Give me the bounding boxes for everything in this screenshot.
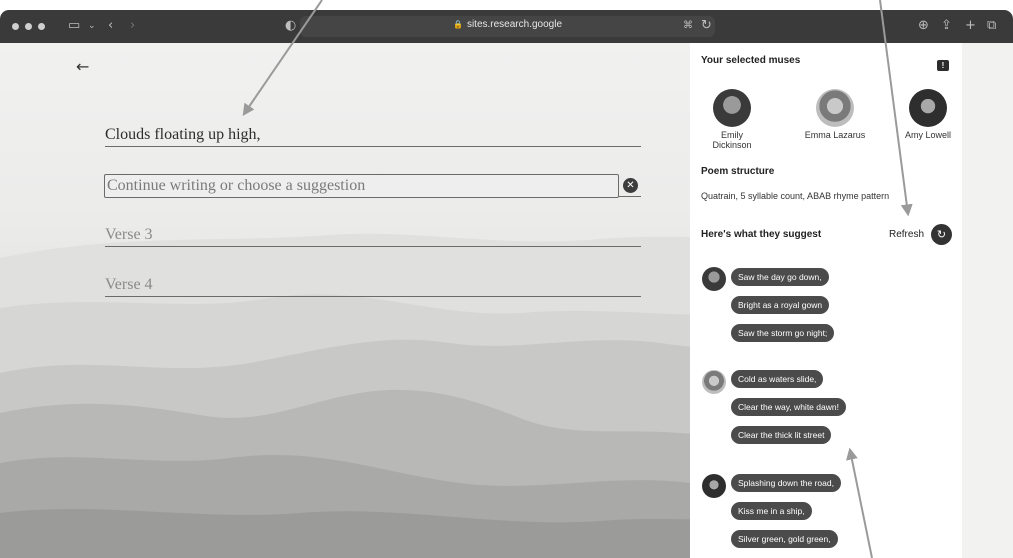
suggestion-chip[interactable]: Cold as waters slide, bbox=[731, 370, 824, 388]
top-margin bbox=[0, 0, 1013, 10]
muse-name: Amy Lowell bbox=[904, 130, 951, 140]
muse-name-line1: Emily bbox=[721, 130, 743, 140]
forward-nav-icon[interactable]: › bbox=[130, 17, 135, 35]
suggestion-chip[interactable]: Clear the thick lit street bbox=[731, 426, 832, 444]
translate-icon[interactable]: ⌘ bbox=[683, 17, 693, 35]
verse-3[interactable]: Verse 3 bbox=[105, 221, 641, 247]
suggestion-chip[interactable]: Splashing down the road, bbox=[731, 474, 841, 492]
verse-1-text: Clouds floating up high, bbox=[105, 126, 261, 143]
url-text: sites.research.google bbox=[466, 19, 563, 30]
new-tab-icon[interactable]: + bbox=[965, 17, 976, 35]
privacy-shield-icon[interactable]: ◐ bbox=[285, 17, 296, 35]
share-icon[interactable]: ⇪ bbox=[941, 17, 952, 35]
suggestion-chip[interactable]: Clear the way, white dawn! bbox=[731, 398, 846, 416]
verse-4[interactable]: Verse 4 bbox=[105, 271, 641, 297]
sidebar-icon[interactable]: ▭ bbox=[68, 17, 80, 35]
structure-text: Quatrain, 5 syllable count, ABAB rhyme p… bbox=[701, 191, 890, 201]
structure-title: Poem structure bbox=[701, 166, 775, 177]
verse-3-text: Verse 3 bbox=[105, 226, 153, 243]
tab-overview-icon[interactable]: ⧉ bbox=[987, 17, 996, 35]
window-controls[interactable] bbox=[12, 23, 45, 30]
address-bar[interactable]: 🔒 sites.research.google bbox=[300, 16, 715, 37]
emma-lazarus-avatar bbox=[816, 89, 854, 127]
verse-1[interactable]: Clouds floating up high, bbox=[105, 121, 641, 147]
muse-amy-lowell[interactable]: Amy Lowell bbox=[888, 89, 968, 140]
suggestion-chip[interactable]: Bright as a royal gown bbox=[731, 296, 830, 314]
muses-title: Your selected muses bbox=[701, 55, 801, 66]
suggestion-chip[interactable]: Saw the storm go night; bbox=[731, 324, 835, 342]
close-window-dot[interactable] bbox=[12, 23, 19, 30]
suggest-title: Here's what they suggest bbox=[701, 229, 822, 240]
refresh-button[interactable]: Refresh ↻ bbox=[889, 224, 953, 245]
clear-verse-button[interactable]: ✕ bbox=[623, 178, 638, 193]
minimize-window-dot[interactable] bbox=[25, 23, 32, 30]
amy-lowell-avatar bbox=[909, 89, 947, 127]
muse-name: Emma Lazarus bbox=[804, 130, 866, 140]
lock-icon: 🔒 bbox=[452, 20, 463, 29]
feedback-icon[interactable]: ! bbox=[937, 60, 949, 71]
back-nav-icon[interactable]: ‹ bbox=[108, 17, 113, 35]
suggestion-avatar-amy bbox=[702, 474, 726, 498]
verse-2-input[interactable] bbox=[104, 174, 619, 198]
muses-panel: Your selected muses ! Emily Dickinson Em… bbox=[690, 43, 962, 558]
reload-icon[interactable]: ↻ bbox=[701, 17, 712, 35]
suggestion-chip[interactable]: Saw the day go down, bbox=[731, 268, 829, 286]
muse-name-line2: Dickinson bbox=[712, 140, 752, 150]
chevron-down-icon[interactable]: ⌄ bbox=[88, 17, 96, 35]
emily-dickinson-avatar bbox=[713, 89, 751, 127]
download-icon[interactable]: ⊕ bbox=[918, 17, 929, 35]
refresh-icon[interactable]: ↻ bbox=[931, 224, 953, 245]
suggestion-avatar-emily bbox=[702, 267, 726, 291]
suggestion-chip[interactable]: Silver green, gold green, bbox=[731, 530, 838, 548]
muse-emily-dickinson[interactable]: Emily Dickinson bbox=[692, 89, 772, 150]
suggestion-avatar-emma bbox=[702, 370, 726, 394]
suggestion-chip[interactable]: Kiss me in a ship, bbox=[731, 502, 812, 520]
page-viewport: ← Clouds floating up high, ✕ Verse 3 Ver… bbox=[0, 43, 1013, 558]
verse-2-underline bbox=[619, 196, 641, 197]
browser-toolbar: ▭ ⌄ ‹ › ◐ 🔒 sites.research.google ⌘ ↻ ⊕ ⇪… bbox=[0, 10, 1013, 43]
refresh-label: Refresh bbox=[889, 229, 925, 240]
verse-4-text: Verse 4 bbox=[105, 276, 153, 293]
muse-emma-lazarus[interactable]: Emma Lazarus bbox=[795, 89, 875, 140]
panel-right-margin bbox=[962, 43, 1013, 558]
back-arrow-icon[interactable]: ← bbox=[76, 57, 89, 76]
zoom-window-dot[interactable] bbox=[38, 23, 45, 30]
